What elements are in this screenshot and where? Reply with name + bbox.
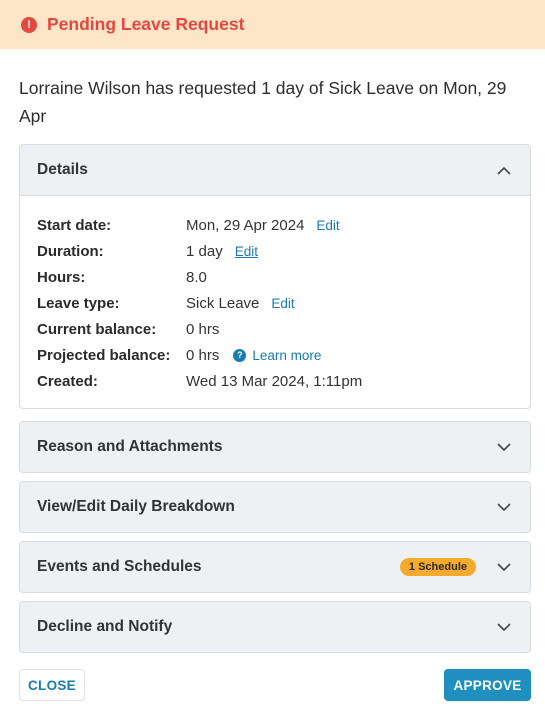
leave-type-label: Leave type: <box>37 294 120 312</box>
reason-panel[interactable]: Reason and Attachments <box>19 421 531 473</box>
duration-value: 1 day <box>186 242 223 260</box>
detail-row-created: Created: Wed 13 Mar 2024, 1:11pm <box>37 368 513 394</box>
hours-label: Hours: <box>37 268 86 286</box>
schedule-badge: 1 Schedule <box>399 558 476 576</box>
details-panel: Details Start date: Mon, 29 Apr 2024 Edi… <box>19 144 531 409</box>
duration-label: Duration: <box>37 242 104 260</box>
events-title: Events and Schedules <box>37 558 202 575</box>
leave-type-value: Sick Leave <box>186 294 260 312</box>
approve-button[interactable]: APPROVE <box>444 669 531 701</box>
detail-row-duration: Duration: 1 day Edit <box>37 238 513 264</box>
learn-more-link[interactable]: Learn more <box>252 348 321 363</box>
chevron-down-icon[interactable] <box>496 559 512 575</box>
detail-row-leave-type: Leave type: Sick Leave Edit <box>37 290 513 316</box>
breakdown-panel[interactable]: View/Edit Daily Breakdown <box>19 481 531 533</box>
close-button[interactable]: CLOSE <box>19 669 85 701</box>
reason-title: Reason and Attachments <box>37 438 223 455</box>
request-summary: Lorraine Wilson has requested 1 day of S… <box>19 78 507 126</box>
banner-title: Pending Leave Request <box>47 14 245 34</box>
chevron-down-icon[interactable] <box>496 499 512 515</box>
decline-panel[interactable]: Decline and Notify <box>19 601 531 653</box>
projected-balance-value: 0 hrs <box>186 346 220 364</box>
detail-row-projected-balance: Projected balance: 0 hrs ? Learn more <box>37 342 513 368</box>
details-body: Start date: Mon, 29 Apr 2024 Edit Durati… <box>20 195 530 408</box>
edit-leave-type-link[interactable]: Edit <box>271 296 294 311</box>
events-panel[interactable]: Events and Schedules 1 Schedule <box>19 541 531 593</box>
projected-balance-label: Projected balance: <box>37 346 171 364</box>
detail-row-current-balance: Current balance: 0 hrs <box>37 316 513 342</box>
chevron-down-icon[interactable] <box>496 439 512 455</box>
created-value: Wed 13 Mar 2024, 1:11pm <box>186 372 363 390</box>
detail-row-hours: Hours: 8.0 <box>37 264 513 290</box>
decline-title: Decline and Notify <box>37 618 173 635</box>
current-balance-label: Current balance: <box>37 320 157 338</box>
start-date-label: Start date: <box>37 216 112 234</box>
current-balance-value: 0 hrs <box>186 320 220 338</box>
help-icon[interactable]: ? <box>233 348 247 362</box>
pending-banner: ! Pending Leave Request <box>0 0 545 49</box>
edit-duration-link[interactable]: Edit <box>235 244 258 259</box>
details-header[interactable]: Details <box>20 145 530 195</box>
edit-start-date-link[interactable]: Edit <box>316 218 339 233</box>
chevron-up-icon[interactable] <box>496 162 512 178</box>
created-label: Created: <box>37 372 98 390</box>
chevron-down-icon[interactable] <box>496 619 512 635</box>
breakdown-title: View/Edit Daily Breakdown <box>37 498 235 515</box>
detail-row-start-date: Start date: Mon, 29 Apr 2024 Edit <box>37 212 513 238</box>
exclamation-icon: ! <box>21 16 37 33</box>
start-date-value: Mon, 29 Apr 2024 <box>186 216 305 234</box>
details-title: Details <box>37 161 88 178</box>
hours-value: 8.0 <box>186 268 207 286</box>
